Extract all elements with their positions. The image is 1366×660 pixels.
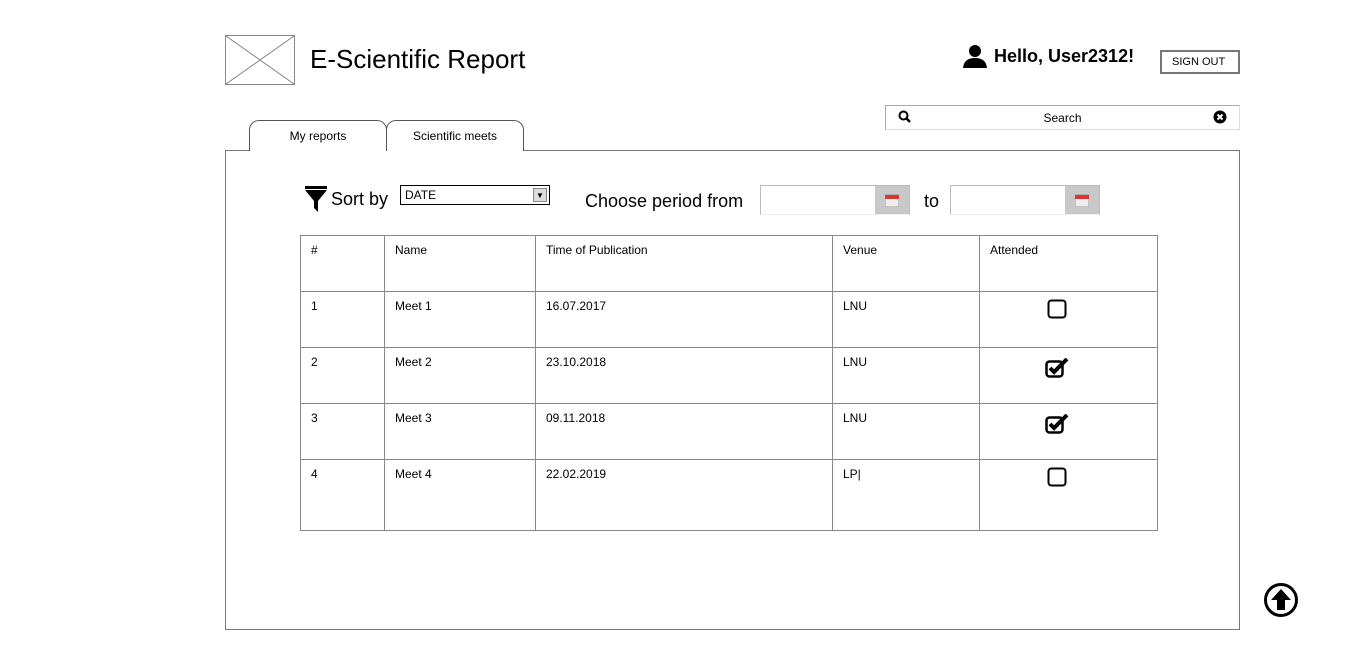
checkbox-unchecked-icon[interactable] xyxy=(1047,467,1067,487)
chevron-down-icon: ▼ xyxy=(533,188,547,202)
table-row: 2 Meet 2 23.10.2018 LNU xyxy=(300,347,1158,404)
cell-attended xyxy=(979,291,1158,348)
cell-name: Meet 3 xyxy=(384,403,536,460)
cell-num: 3 xyxy=(300,403,385,460)
cell-num: 4 xyxy=(300,459,385,531)
clear-icon[interactable] xyxy=(1213,110,1227,124)
search-icon xyxy=(898,110,911,123)
cell-name: Meet 4 xyxy=(384,459,536,531)
user-icon xyxy=(963,45,987,68)
table-row: 1 Meet 1 16.07.2017 LNU xyxy=(300,291,1158,348)
cell-name: Meet 1 xyxy=(384,291,536,348)
calendar-icon[interactable] xyxy=(875,186,909,214)
col-attended: Attended xyxy=(979,235,1158,292)
logo-placeholder xyxy=(225,35,295,85)
cell-attended xyxy=(979,403,1158,460)
cell-num: 1 xyxy=(300,291,385,348)
tab-my-reports[interactable]: My reports xyxy=(249,120,387,151)
cell-venue: LNU xyxy=(832,291,980,348)
col-time: Time of Publication xyxy=(535,235,833,292)
table-row: 3 Meet 3 09.11.2018 LNU xyxy=(300,403,1158,460)
sort-by-text: Sort by xyxy=(331,188,389,209)
cell-name: Meet 2 xyxy=(384,347,536,404)
cell-num: 2 xyxy=(300,347,385,404)
cell-venue: LP| xyxy=(832,459,980,531)
date-from-input[interactable] xyxy=(760,185,910,215)
period-from-label: Choose period from xyxy=(585,191,744,211)
cell-attended xyxy=(979,459,1158,531)
table-row: 4 Meet 4 22.02.2019 LP| xyxy=(300,459,1158,531)
col-venue: Venue xyxy=(832,235,980,292)
col-name: Name xyxy=(384,235,536,292)
cell-time: 16.07.2017 xyxy=(535,291,833,348)
calendar-icon[interactable] xyxy=(1065,186,1099,214)
cell-venue: LNU xyxy=(832,403,980,460)
cell-venue: LNU xyxy=(832,347,980,404)
cell-attended xyxy=(979,347,1158,404)
sort-select[interactable]: DATE ▼ xyxy=(400,185,550,205)
sign-out-button[interactable]: SIGN OUT xyxy=(1160,50,1240,74)
search-input[interactable]: Search xyxy=(885,105,1240,130)
scroll-to-top-icon[interactable] xyxy=(1263,582,1299,618)
tab-scientific-meets[interactable]: Scientific meets xyxy=(386,120,524,151)
greeting-text: Hello, User2312! xyxy=(994,45,1135,66)
date-to-input[interactable] xyxy=(950,185,1100,215)
cell-time: 23.10.2018 xyxy=(535,347,833,404)
checkbox-unchecked-icon[interactable] xyxy=(1047,299,1067,319)
cell-time: 09.11.2018 xyxy=(535,403,833,460)
checkbox-checked-icon[interactable] xyxy=(1044,413,1069,434)
meets-table: # Name Time of Publication Venue Attende… xyxy=(300,235,1158,531)
checkbox-checked-icon[interactable] xyxy=(1044,357,1069,378)
cell-time: 22.02.2019 xyxy=(535,459,833,531)
period-to-label: to xyxy=(924,191,940,211)
col-num: # xyxy=(300,235,385,292)
search-placeholder: Search xyxy=(1043,110,1082,125)
filter-icon xyxy=(305,186,327,212)
sort-by-label: Sort by xyxy=(305,186,388,212)
user-greeting: Hello, User2312! xyxy=(962,44,1134,68)
sort-select-value: DATE xyxy=(405,188,437,202)
app-title: E-Scientific Report xyxy=(310,44,526,74)
table-header: # Name Time of Publication Venue Attende… xyxy=(300,235,1158,292)
